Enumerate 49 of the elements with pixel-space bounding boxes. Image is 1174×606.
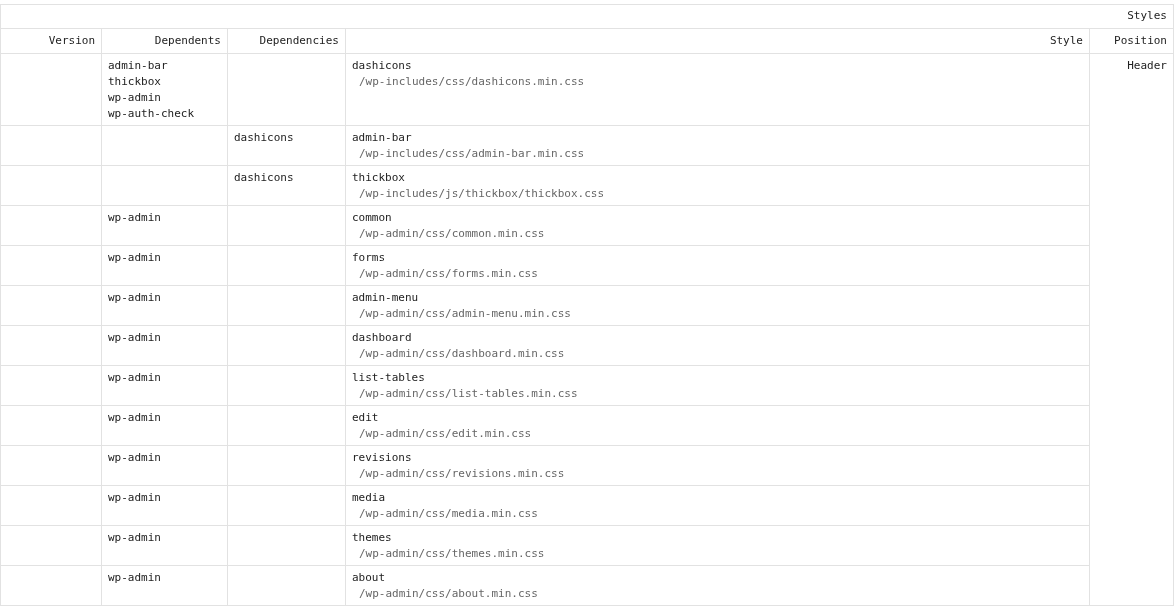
style-path: /wp-admin/css/themes.min.css [358, 546, 546, 562]
style-path: /wp-admin/css/forms.min.css [358, 266, 539, 282]
dependent-name: wp-admin [108, 250, 162, 266]
style-path: /wp-admin/css/admin-menu.min.css [358, 306, 572, 322]
column-header: Dependents [101, 28, 228, 54]
dependent-name: wp-admin [108, 370, 162, 386]
style-handle: dashicons [352, 58, 413, 74]
column-header: Style [345, 28, 1090, 54]
style-handle: media [352, 490, 387, 506]
dependent-name: wp-auth-check [108, 106, 196, 122]
style-path: /wp-includes/css/admin-bar.min.css [358, 146, 586, 162]
style-path: /wp-admin/css/common.min.css [358, 226, 546, 242]
style-handle: common [352, 210, 393, 226]
style-path: /wp-includes/css/dashicons.min.css [358, 74, 586, 90]
column-header: Dependencies [227, 28, 346, 54]
dependent-name: thickbox [108, 74, 162, 90]
style-path: /wp-includes/js/thickbox/thickbox.css [358, 186, 606, 202]
dependency-name: dashicons [234, 130, 295, 146]
dependency-name: dashicons [234, 170, 295, 186]
style-path: /wp-admin/css/dashboard.min.css [358, 346, 566, 362]
dependent-name: wp-admin [108, 330, 162, 346]
style-handle: revisions [352, 450, 413, 466]
position-value: Header [1127, 59, 1167, 72]
dependent-name: wp-admin [108, 290, 162, 306]
dependent-name: wp-admin [108, 450, 162, 466]
dependent-name: admin-bar [108, 58, 169, 74]
dependent-name: wp-admin [108, 90, 162, 106]
style-path: /wp-admin/css/list-tables.min.css [358, 386, 579, 402]
style-path: /wp-admin/css/edit.min.css [358, 426, 533, 442]
style-path: /wp-admin/css/about.min.css [358, 586, 539, 602]
dependent-name: wp-admin [108, 210, 162, 226]
style-handle: about [352, 570, 387, 586]
table-caption: Styles [0, 4, 1174, 29]
style-path: /wp-admin/css/media.min.css [358, 506, 539, 522]
style-path: /wp-admin/css/revisions.min.css [358, 466, 566, 482]
style-handle: list-tables [352, 370, 426, 386]
dependent-name: wp-admin [108, 530, 162, 546]
style-handle: dashboard [352, 330, 413, 346]
style-handle: themes [352, 530, 393, 546]
column-header: Position [1089, 28, 1174, 54]
style-handle: edit [352, 410, 380, 426]
style-handle: admin-bar [352, 130, 413, 146]
column-header: Version [0, 28, 102, 54]
dependent-name: wp-admin [108, 410, 162, 426]
style-handle: admin-menu [352, 290, 420, 306]
dependent-name: wp-admin [108, 570, 162, 586]
dependent-name: wp-admin [108, 490, 162, 506]
style-handle: forms [352, 250, 387, 266]
style-handle: thickbox [352, 170, 406, 186]
